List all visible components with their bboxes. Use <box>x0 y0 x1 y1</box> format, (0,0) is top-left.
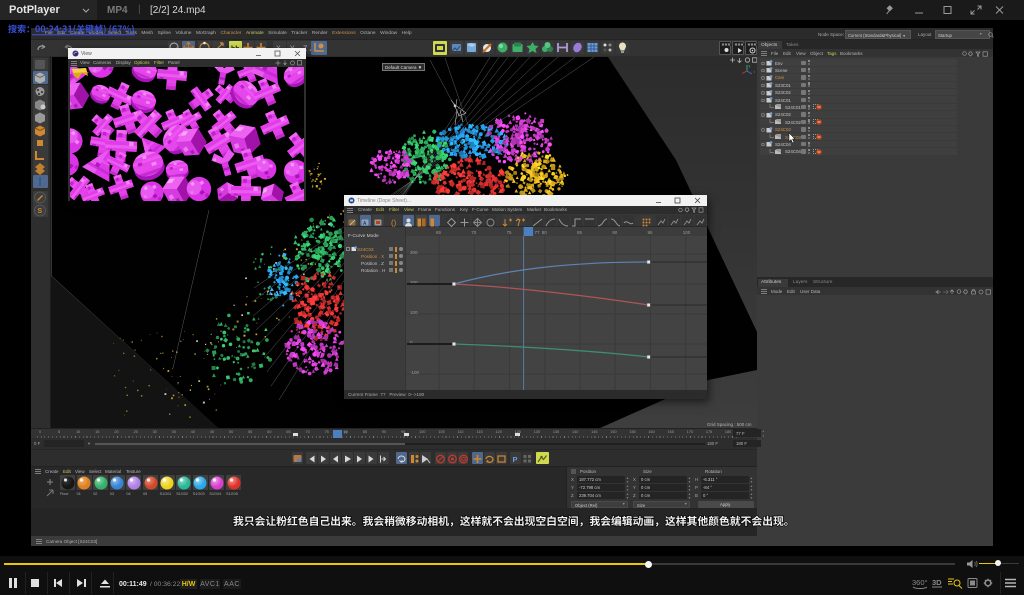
svg-text:S: S <box>38 208 43 215</box>
svg-text:360°: 360° <box>912 578 928 587</box>
svg-text:100: 100 <box>410 310 418 315</box>
svg-text:65: 65 <box>436 230 442 235</box>
svg-text:P: P <box>513 455 518 464</box>
svg-text:3D: 3D <box>932 578 942 587</box>
svg-text:80: 80 <box>542 230 548 235</box>
svg-text:-100: -100 <box>410 370 420 375</box>
svg-text:77: 77 <box>535 230 541 235</box>
svg-text:95: 95 <box>648 230 654 235</box>
svg-text:75: 75 <box>507 230 513 235</box>
svg-text:70: 70 <box>471 230 477 235</box>
svg-text:x: x <box>754 70 756 74</box>
svg-text:90: 90 <box>612 230 618 235</box>
svg-text:300: 300 <box>410 250 418 255</box>
svg-text:100: 100 <box>683 230 691 235</box>
svg-text:y: y <box>749 64 751 68</box>
svg-text:85: 85 <box>577 230 583 235</box>
